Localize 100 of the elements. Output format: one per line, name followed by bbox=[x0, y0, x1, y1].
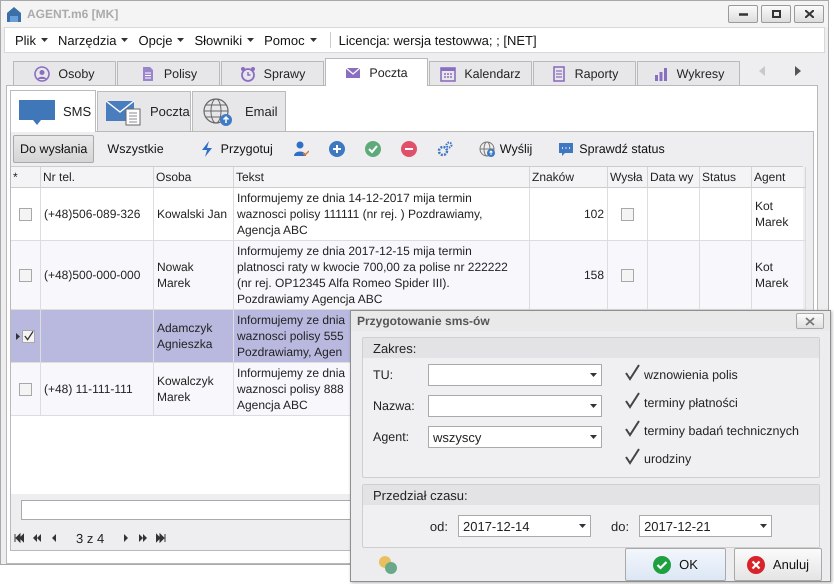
close-icon bbox=[805, 316, 815, 326]
minus-icon bbox=[400, 141, 417, 157]
window-title: AGENT.m6 [MK] bbox=[27, 7, 118, 21]
filter-button[interactable]: Wszystkie bbox=[100, 135, 171, 163]
checkbox[interactable] bbox=[19, 382, 32, 396]
column-header[interactable]: Nr tel. bbox=[43, 170, 76, 184]
field-label: Nazwa: bbox=[373, 399, 416, 413]
minimize-icon bbox=[738, 12, 748, 16]
calendar-icon bbox=[440, 66, 456, 82]
first-page-icon[interactable] bbox=[14, 533, 24, 543]
char-count: 158 bbox=[584, 267, 604, 283]
user-check-icon bbox=[292, 141, 309, 157]
tab[interactable]: SMS bbox=[10, 90, 96, 132]
phone-number: (+48) 11-111-111 bbox=[44, 381, 133, 397]
scroll-right-icon[interactable] bbox=[795, 66, 801, 76]
column-header[interactable]: Znaków bbox=[532, 170, 574, 184]
minimize-button[interactable] bbox=[728, 5, 758, 23]
toolbar-button[interactable]: Sprawdź status bbox=[555, 137, 668, 161]
chat-icon bbox=[558, 141, 574, 157]
dropdown-field[interactable]: 2017-12-14 bbox=[458, 515, 591, 537]
column-header[interactable]: Osoba bbox=[156, 170, 192, 184]
field-label: TU: bbox=[373, 368, 394, 382]
next-page-icon[interactable] bbox=[138, 533, 148, 543]
tab[interactable]: Raporty bbox=[533, 61, 636, 85]
bar-chart-icon bbox=[652, 66, 669, 82]
agent-name: Kot Marek bbox=[755, 259, 790, 291]
agent-name: Kot Marek bbox=[755, 198, 790, 230]
checkbox[interactable] bbox=[22, 330, 35, 342]
column-header[interactable]: Tekst bbox=[236, 170, 264, 184]
tab[interactable]: Kalendarz bbox=[429, 61, 532, 85]
tab[interactable]: Polisy bbox=[117, 61, 220, 85]
page-indicator: 3 z 4 bbox=[76, 530, 104, 546]
column-header[interactable]: Data wy bbox=[650, 170, 694, 184]
person-name: Nowak Marek bbox=[157, 259, 195, 291]
coins-icon bbox=[377, 554, 399, 576]
globe-upload-icon bbox=[478, 141, 495, 157]
field-label: do: bbox=[611, 518, 630, 534]
dropdown-field[interactable]: wszyscy bbox=[428, 426, 602, 448]
checkbox-label[interactable]: wznowienia polis bbox=[644, 368, 738, 382]
settings-icon bbox=[436, 141, 453, 157]
caret-icon bbox=[579, 524, 586, 528]
person-name: Adamczyk Agnieszka bbox=[157, 320, 214, 352]
close-button[interactable] bbox=[794, 5, 824, 23]
caret-icon bbox=[590, 404, 597, 408]
column-header[interactable]: Wysła bbox=[610, 170, 643, 184]
field-label: od: bbox=[430, 518, 448, 534]
last-page-icon[interactable] bbox=[156, 533, 166, 543]
cancel-button[interactable]: Anuluj bbox=[734, 548, 822, 581]
menu-item[interactable]: Opcje bbox=[133, 32, 190, 48]
row-pointer-icon bbox=[16, 332, 20, 340]
tab[interactable]: Osoby bbox=[13, 61, 116, 85]
caret-icon bbox=[310, 38, 317, 42]
filter-button[interactable]: Do wysłania bbox=[13, 135, 94, 163]
app-logo-icon bbox=[5, 5, 23, 23]
message-text: Informujemy ze dnia waznosci polisy 555 Pozdrawiamy, Agen bbox=[237, 312, 346, 360]
checkbox[interactable] bbox=[621, 208, 634, 220]
alarm-clock-icon bbox=[240, 66, 256, 82]
caret-icon bbox=[590, 435, 597, 439]
maximize-icon bbox=[772, 10, 780, 18]
close-icon bbox=[804, 10, 814, 18]
menu-item[interactable]: Plik bbox=[10, 32, 53, 48]
maximize-button[interactable] bbox=[761, 5, 791, 23]
tab[interactable]: Email bbox=[192, 91, 286, 131]
caret-icon bbox=[760, 524, 768, 528]
column-header[interactable]: Agent bbox=[754, 170, 786, 184]
checkbox-label[interactable]: urodziny bbox=[644, 452, 692, 466]
checkbox[interactable] bbox=[19, 268, 32, 282]
tab[interactable]: Poczta bbox=[97, 91, 191, 131]
table-row[interactable] bbox=[11, 241, 803, 310]
caret-icon bbox=[590, 373, 597, 377]
dropdown-field[interactable] bbox=[428, 364, 602, 386]
ok-button[interactable]: OK bbox=[625, 548, 726, 581]
caret-icon bbox=[247, 38, 254, 42]
checkbox-label[interactable]: terminy badań technicznych bbox=[644, 424, 799, 438]
caret-icon bbox=[177, 38, 184, 42]
license-text: Licencja: wersja testowwa; ; [NET] bbox=[338, 32, 537, 48]
toolbar-button[interactable]: Przygotuj bbox=[196, 137, 276, 161]
cancel-icon bbox=[746, 556, 765, 574]
message-text: Informujemy ze dnia 14-12-2017 mija termin waznosci polisy 111111 (nr rej. ) Pozdrawiamy, Agencja ABC bbox=[237, 190, 482, 238]
menu-item[interactable]: Słowniki bbox=[189, 32, 260, 48]
checkbox[interactable] bbox=[621, 268, 634, 282]
table-row[interactable]: (+48)506-089-326 Kowalski Jan Informujemy ze dnia 14-12-2017 mija termin waznosci polisy 111111 (nr rej. ) Pozdrawiamy, Agencja ABC 102 Kot Marek bbox=[11, 188, 803, 241]
menu-item[interactable]: Narzędzia bbox=[52, 32, 134, 48]
tab[interactable]: Sprawy bbox=[221, 61, 324, 85]
column-header[interactable]: * bbox=[13, 170, 18, 184]
tab[interactable]: Poczta bbox=[325, 58, 428, 86]
checkbox[interactable] bbox=[19, 208, 32, 220]
dropdown-field[interactable]: 2017-12-21 bbox=[639, 515, 772, 537]
column-header[interactable]: Status bbox=[702, 170, 736, 184]
tab[interactable]: Wykresy bbox=[637, 61, 740, 85]
previous-page-icon[interactable] bbox=[32, 533, 42, 543]
checkbox-label[interactable]: terminy płatności bbox=[644, 396, 738, 410]
toolbar-button[interactable]: Wyślij bbox=[476, 137, 536, 161]
caret-icon bbox=[121, 38, 128, 42]
list-icon bbox=[550, 66, 567, 82]
menu-item[interactable]: Pomoc bbox=[259, 32, 322, 48]
dropdown-field[interactable] bbox=[428, 395, 602, 417]
group-title: Przedział czasu: bbox=[363, 485, 819, 505]
char-count: 102 bbox=[584, 206, 604, 222]
field-label: Agent: bbox=[373, 430, 410, 444]
